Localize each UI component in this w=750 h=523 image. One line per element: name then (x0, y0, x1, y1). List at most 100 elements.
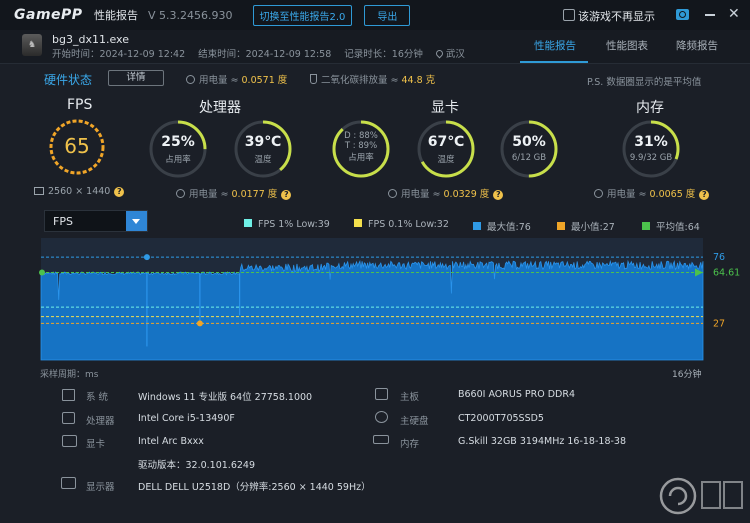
ram-icon (373, 435, 389, 444)
avg-start-marker (39, 269, 45, 276)
spec-gpu-value: Intel Arc Bxxx (138, 436, 204, 447)
session-header: ♞ bg3_dx11.exe 开始时间：2024-12-09 12:42 结束时… (0, 30, 750, 64)
gpu-vram-label: 6/12 GB (511, 153, 547, 163)
fps-gauge: 65 (46, 116, 108, 178)
gpu-vram-gauge: 50% 6/12 GB (498, 118, 560, 180)
gpu-power-value: 0.0329 度 (443, 189, 490, 200)
legend-01pct-low[interactable]: FPS 0.1% Low:32 (354, 219, 449, 230)
gpu-title: 显卡 (431, 100, 459, 116)
resolution-icon (34, 187, 44, 195)
gpu-usage-gauge: D : 88% T : 89% 占用率 (330, 118, 392, 180)
gamepp-logo: GamePP (14, 7, 83, 23)
spec-os-value: Windows 11 专业版 64位 27758.1000 (138, 392, 313, 403)
memory-value: 31% (634, 134, 668, 150)
legend-1pct-low-swatch (244, 219, 252, 227)
close-icon[interactable]: ✕ (728, 6, 740, 22)
disk-icon (375, 411, 388, 423)
total-power-label: 用电量 ≈ (199, 75, 242, 86)
motherboard-icon (375, 388, 388, 400)
min-marker (196, 320, 203, 327)
co2-icon (310, 74, 317, 84)
fps-chart[interactable]: 76 64.61 27 (0, 238, 750, 368)
record-duration: 记录时长：16分钟 (344, 49, 423, 60)
legend-1pct-low[interactable]: FPS 1% Low:39 (244, 219, 330, 230)
cpu-usage-value: 25% (161, 134, 195, 150)
legend-max-label: 最大值:76 (487, 222, 531, 233)
spec-ram-key: 内存 (400, 439, 420, 450)
spec-cpu-value: Intel Core i5-13490F (138, 413, 235, 424)
gpu-power-help-icon[interactable]: ? (493, 190, 504, 200)
location-label: 武汉 (445, 49, 465, 60)
legend-avg-label: 平均值:64 (656, 222, 700, 233)
chevron-down-icon[interactable] (126, 211, 147, 231)
cpu-usage-label: 占用率 (165, 155, 191, 165)
hardware-status-title: 硬件状态 (44, 73, 93, 87)
cpu-power: 用电量 ≈ 0.0177 度? (176, 186, 292, 200)
memory-power-help-icon[interactable]: ? (699, 190, 710, 200)
game-icon: ♞ (22, 34, 42, 56)
watermark-logo (659, 477, 743, 515)
legend-1pct-low-label: FPS 1% Low:39 (258, 219, 330, 230)
metric-select[interactable]: FPS (44, 210, 148, 232)
hide-game-checkbox[interactable] (563, 9, 575, 21)
end-time: 结束时间：2024-12-09 12:58 (198, 49, 332, 60)
max-marker (143, 254, 150, 261)
spec-monitor-key: 显示器 (86, 482, 115, 493)
legend-01pct-low-swatch (354, 219, 362, 227)
memory-power: 用电量 ≈ 0.0065 度? (594, 186, 710, 200)
legend-min[interactable]: 最小值:27 (557, 219, 615, 233)
total-power-value: 0.0571 度 (241, 75, 288, 86)
cpu-title: 处理器 (199, 100, 241, 116)
co2-emission: 二氧化碳排放量 ≈ 44.8 克 (310, 72, 435, 86)
tab-throttle-report[interactable]: 降频报告 (676, 38, 718, 53)
monitor-icon (61, 477, 76, 489)
gpu-vram-value: 50% (512, 134, 546, 150)
sample-period-label: 采样周期：ms (40, 370, 99, 380)
minimize-icon[interactable] (705, 14, 715, 16)
spec-disk-key: 主硬盘 (400, 416, 429, 427)
gpu-power-label: 用电量 ≈ (401, 189, 444, 200)
cpu-temp-gauge: 39℃ 温度 (232, 118, 294, 180)
cpu-power-label: 用电量 ≈ (189, 189, 232, 200)
detail-button[interactable]: 详情 (108, 70, 164, 86)
co2-value: 44.8 克 (401, 75, 436, 86)
hide-game-label: 该游戏不再显示 (578, 10, 655, 23)
spec-motherboard-value: B660I AORUS PRO DDR4 (458, 389, 575, 400)
cpu-power-help-icon[interactable]: ? (281, 190, 292, 200)
gpu-t-usage: T : 89% (344, 141, 378, 151)
cpu-temp-value: 39℃ (244, 134, 282, 150)
memory-power-icon (594, 189, 603, 198)
gpu-temp-gauge: 67℃ 温度 (415, 118, 477, 180)
cpu-power-value: 0.0177 度 (231, 189, 278, 200)
tab-performance-report[interactable]: 性能报告 (534, 38, 576, 53)
location: 武汉 (434, 48, 475, 60)
start-time: 开始时间：2024-12-09 12:42 (52, 49, 186, 60)
max-line-label: 76 (713, 252, 725, 263)
cpu-icon (62, 412, 75, 424)
gpu-temp-value: 67℃ (427, 134, 465, 150)
switch-report-button[interactable]: 切换至性能报告2.0 (252, 4, 353, 26)
legend-avg[interactable]: 平均值:64 (642, 219, 700, 233)
chart-duration-label: 16分钟 (672, 370, 702, 380)
export-button[interactable]: 导出 (364, 4, 411, 26)
game-exe: bg3_dx11.exe (52, 33, 129, 46)
legend-01pct-low-label: FPS 0.1% Low:32 (368, 219, 449, 230)
memory-power-label: 用电量 ≈ (607, 189, 650, 200)
legend-max[interactable]: 最大值:76 (473, 219, 531, 233)
avg-line-label: 64.61 (713, 268, 740, 279)
memory-power-value: 0.0065 度 (649, 189, 696, 200)
gpu-power: 用电量 ≈ 0.0329 度? (388, 186, 504, 200)
memory-gauge: 31% 9.9/32 GB (620, 118, 682, 180)
camera-icon[interactable] (676, 9, 689, 20)
average-note: P.S. 数据圈显示的是平均值 (587, 77, 702, 88)
app-name: 性能报告 (94, 9, 138, 22)
spec-motherboard-key: 主板 (400, 392, 420, 403)
tab-performance-chart[interactable]: 性能图表 (606, 38, 648, 53)
help-icon[interactable]: ? (114, 187, 125, 197)
fps-series-area (40, 259, 704, 361)
min-line-label: 27 (713, 318, 725, 329)
resolution-value: 2560 × 1440 (48, 186, 111, 197)
memory-title: 内存 (636, 100, 664, 116)
spec-disk-value: CT2000T705SSD5 (458, 413, 544, 424)
spec-ram-value: G.Skill 32GB 3194MHz 16-18-18-38 (458, 436, 626, 447)
